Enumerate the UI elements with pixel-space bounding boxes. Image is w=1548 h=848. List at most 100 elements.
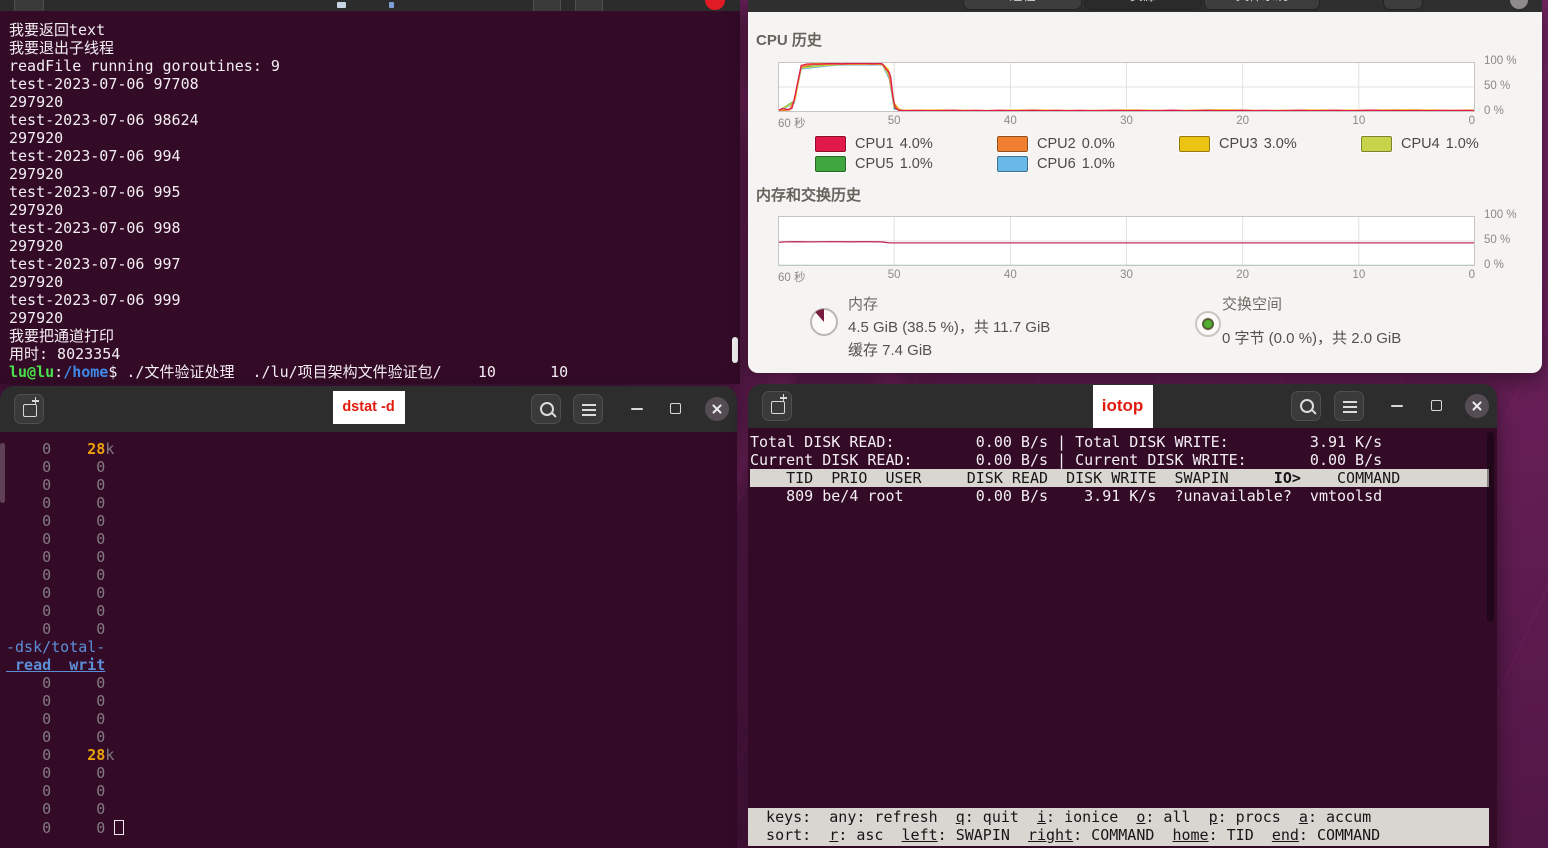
terminal-line: Total DISK READ: 0.00 B/s | Total DISK W… — [750, 433, 1497, 451]
maximize-button[interactable] — [1431, 400, 1442, 411]
x-tick-label: 30 — [1120, 115, 1133, 127]
menu-button[interactable] — [573, 394, 603, 424]
y-tick-label: 50 % — [1484, 80, 1510, 92]
cpu-legend-value: 0.0% — [1082, 136, 1115, 152]
terminal-line: test-2023-07-06 999 — [9, 291, 732, 309]
cpu-legend-label: CPU5 — [855, 156, 894, 172]
close-button[interactable] — [705, 0, 725, 10]
terminal-line: 0 0 — [6, 728, 124, 746]
tab-resources[interactable]: 资源 — [1084, 0, 1202, 10]
menu-button[interactable] — [575, 0, 603, 11]
iotop-keybar: keys: any: refresh q: quit i: ionice o: … — [748, 808, 1489, 846]
cpu-legend-label: CPU4 — [1401, 136, 1440, 152]
x-tick-label: 40 — [1004, 269, 1017, 281]
terminal-line: 0 28k — [6, 440, 124, 458]
header-button[interactable] — [1383, 0, 1423, 10]
y-tick-label: 100 % — [1484, 55, 1517, 67]
cpu-legend-value: 1.0% — [1082, 156, 1115, 172]
terminal-line: keys: any: refresh q: quit i: ionice o: … — [748, 808, 1489, 826]
minimize-button[interactable] — [1391, 405, 1403, 407]
x-tick-label: 10 — [1352, 115, 1365, 127]
memory-usage: 4.5 GiB (38.5 %)，共 11.7 GiB — [848, 316, 1050, 337]
iotop-process-rows: 809 be/4 root 0.00 B/s 3.91 K/s ?unavail… — [750, 487, 1497, 505]
cpu-color-swatch[interactable] — [997, 136, 1028, 152]
y-tick-label: 0 % — [1484, 105, 1504, 117]
dstat-terminal-window[interactable]: dstat -d 0 28k 0 0 0 0 0 0 0 0 0 0 0 0 0… — [0, 386, 737, 848]
cpu-color-swatch[interactable] — [815, 156, 846, 172]
maximize-button[interactable] — [670, 403, 681, 414]
terminal-line: 297920 — [9, 273, 732, 291]
close-button[interactable] — [705, 397, 729, 421]
terminal-line: 0 0 — [6, 584, 124, 602]
x-tick-label: 10 — [1352, 269, 1365, 281]
iotop-column-header: TID PRIO USER DISK READ DISK WRITE SWAPI… — [750, 469, 1497, 487]
terminal-line: 0 0 — [6, 674, 124, 692]
search-button[interactable] — [1291, 391, 1321, 421]
terminal-line: 0 0 — [6, 512, 124, 530]
cpu-legend-item: CPU4 1.0% — [1361, 135, 1543, 153]
x-tick-label: 30 — [1120, 269, 1133, 281]
new-tab-button[interactable] — [14, 394, 44, 424]
cpu-color-swatch[interactable] — [815, 136, 846, 152]
cpu-legend-value: 4.0% — [900, 136, 933, 152]
close-button[interactable] — [1465, 394, 1489, 418]
cpu-legend-value: 1.0% — [1446, 136, 1479, 152]
terminal-line: 0 0 — [6, 818, 124, 836]
scrollbar-thumb[interactable] — [1487, 432, 1494, 622]
terminal-line: 0 28k — [6, 746, 124, 764]
iotop-titlebar[interactable]: iotop — [748, 384, 1497, 428]
tab-processes[interactable]: 进程 — [963, 0, 1082, 10]
terminal-line: test-2023-07-06 98624 — [9, 111, 732, 129]
hamburger-menu-icon — [1343, 406, 1357, 408]
terminal-line: 0 0 — [6, 620, 124, 638]
terminal-line: 0 0 — [6, 602, 124, 620]
terminal-line: 用时: 8023354 — [9, 345, 732, 363]
scrollbar-thumb[interactable] — [0, 443, 5, 503]
tab-filesystems[interactable]: 文件系统 — [1204, 0, 1320, 10]
terminal-line: 0 0 — [6, 458, 124, 476]
terminal-line: 297920 — [9, 93, 732, 111]
new-tab-icon — [23, 404, 37, 417]
terminal-line: readFile running goroutines: 9 — [9, 57, 732, 75]
x-tick-label: 60 秒 — [778, 269, 806, 285]
memory-pie-icon — [808, 306, 840, 338]
cpu-legend-item: CPU14.0% — [815, 135, 997, 153]
menu-button[interactable] — [1334, 391, 1364, 421]
cpu-legend-label: CPU3 — [1219, 136, 1258, 152]
new-tab-button[interactable] — [14, 0, 44, 11]
cpu-color-swatch[interactable] — [1179, 136, 1210, 152]
x-tick-label: 0 — [1469, 269, 1475, 281]
cpu-legend-value: 3.0% — [1264, 136, 1297, 152]
terminal-line: lu@lu:/home$ ./文件验证处理 ./lu/项目架构文件验证包/ 10… — [9, 363, 732, 381]
header-avatar[interactable] — [1510, 0, 1528, 9]
x-tick-label: 0 — [1469, 115, 1475, 127]
search-button[interactable] — [533, 0, 561, 11]
scrollbar-thumb[interactable] — [732, 337, 738, 363]
terminal-main-titlebar[interactable] — [0, 0, 740, 11]
hamburger-menu-icon — [582, 409, 596, 411]
dstat-titlebar[interactable]: dstat -d — [0, 386, 737, 432]
cpu-color-swatch[interactable] — [1361, 136, 1392, 152]
cpu-history-title: CPU 历史 — [756, 29, 822, 50]
minimize-button[interactable] — [631, 408, 643, 410]
terminal-line: 0 0 — [6, 800, 124, 818]
window-title: dstat -d — [333, 391, 405, 424]
terminal-line: 我要把通道打印 — [9, 327, 732, 345]
cpu-color-swatch[interactable] — [997, 156, 1028, 172]
swap-usage: 0 字节 (0.0 %)，共 2.0 GiB — [1222, 327, 1401, 348]
memory-history-title: 内存和交换历史 — [756, 184, 861, 205]
terminal-window-main[interactable]: 我要返回text我要退出子线程readFile running goroutin… — [0, 0, 740, 384]
cpu-legend-item: CPU3 3.0% — [1179, 135, 1361, 153]
search-button[interactable] — [531, 394, 561, 424]
terminal-line: 我要返回text — [9, 21, 732, 39]
terminal-line: 297920 — [9, 309, 732, 327]
terminal-line: test-2023-07-06 97708 — [9, 75, 732, 93]
terminal-line: 0 0 — [6, 782, 124, 800]
desktop: 我要返回text我要退出子线程readFile running goroutin… — [0, 0, 1548, 848]
system-monitor-window[interactable]: 进程 资源 文件系统 CPU 历史 60 秒50403020100 100 %5… — [748, 0, 1542, 373]
search-icon — [540, 402, 554, 416]
new-tab-button[interactable] — [762, 391, 792, 421]
iotop-terminal-window[interactable]: iotop Total DISK READ: 0.00 B/s | Total … — [748, 384, 1497, 848]
swap-status-icon — [1194, 310, 1222, 338]
cpu-legend-label: CPU2 — [1037, 136, 1076, 152]
